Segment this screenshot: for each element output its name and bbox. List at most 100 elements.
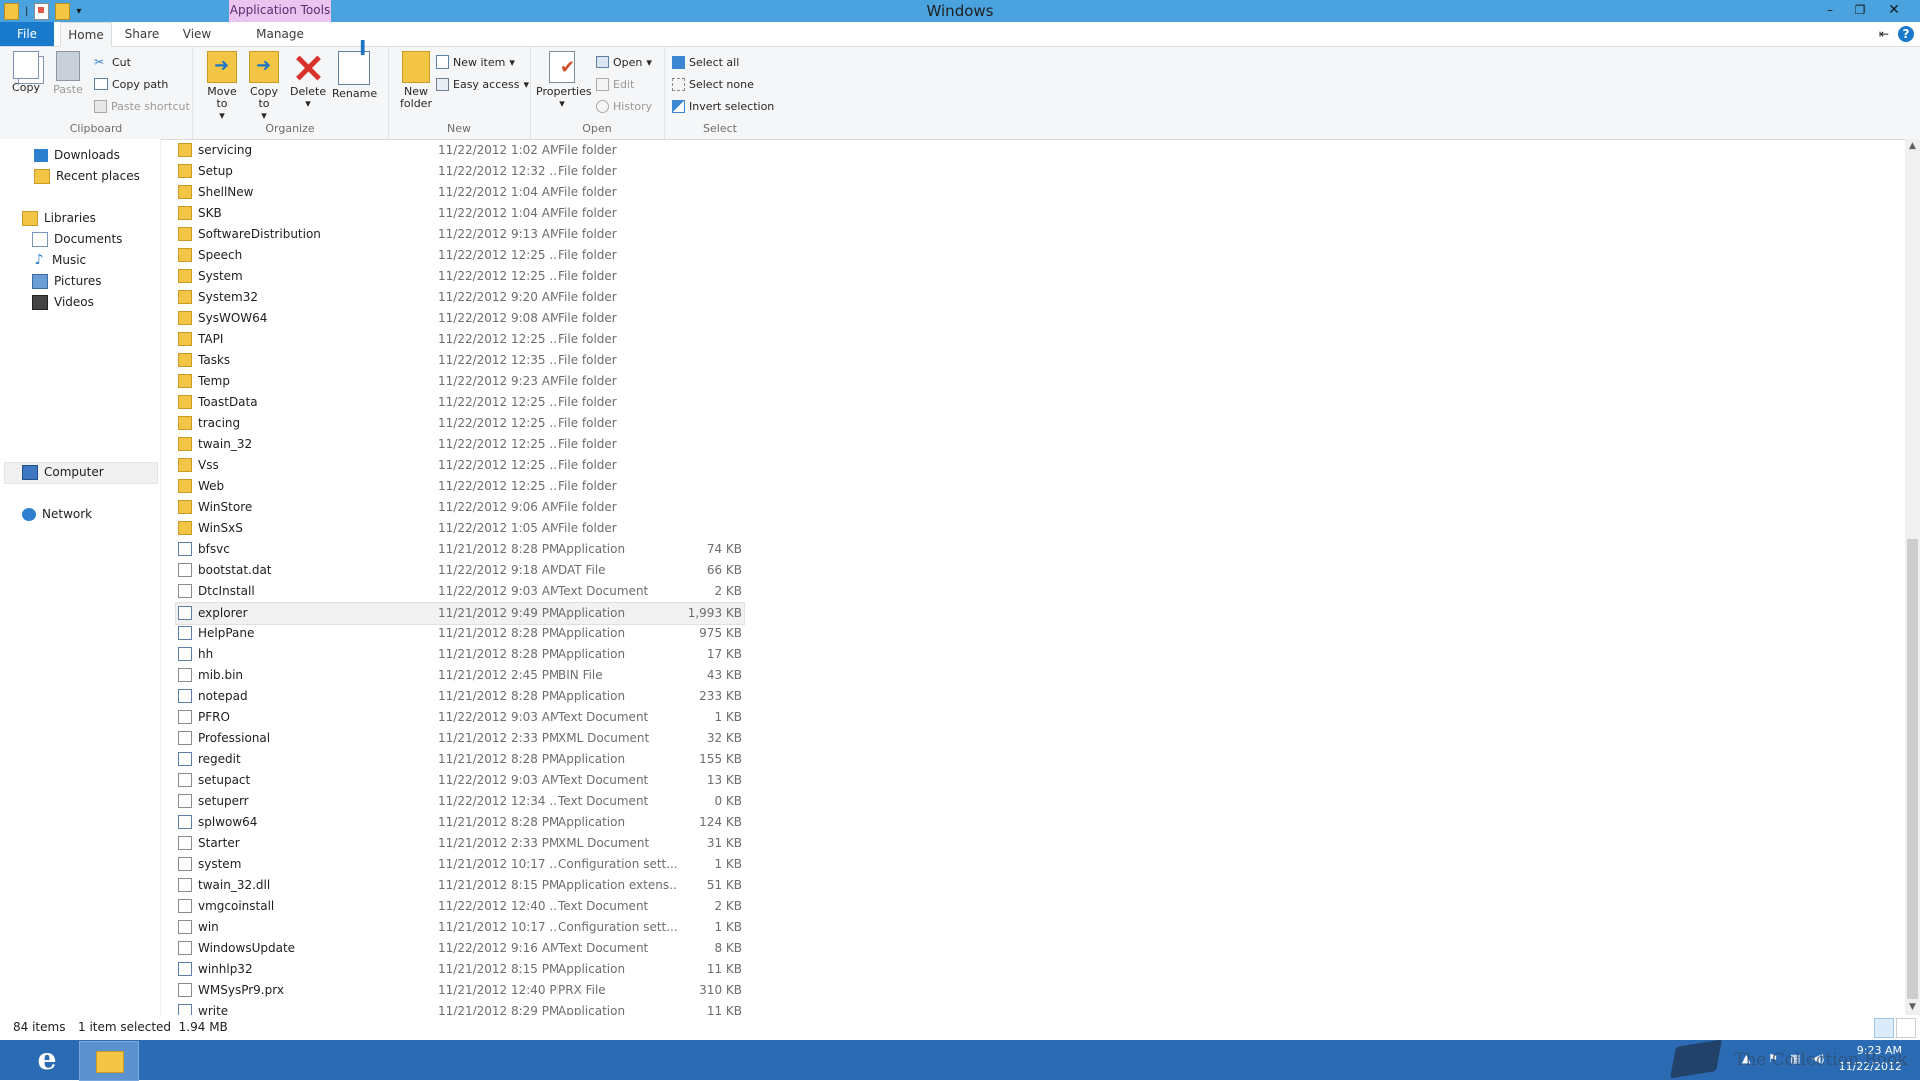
invert-selection-button[interactable]: Invert selection	[672, 97, 774, 115]
file-row[interactable]: bootstat.dat 11/22/2012 9:18 AM DAT File 66…	[176, 560, 744, 581]
file-row[interactable]: Professional 11/21/2012 2:33 PM XML Docume…	[176, 728, 744, 749]
nav-pictures[interactable]: Pictures	[32, 271, 102, 291]
file-row[interactable]: DtcInstall 11/22/2012 9:03 AM Text Documen…	[176, 581, 744, 602]
file-row[interactable]: mib.bin 11/21/2012 2:45 PM BIN File 43 KB	[176, 665, 744, 686]
nav-computer[interactable]: Computer	[22, 462, 104, 482]
file-row[interactable]: twain_32 11/22/2012 12:25 ... File folder	[176, 434, 744, 455]
tab-manage[interactable]: Manage	[229, 22, 331, 46]
copy-button[interactable]: Copy	[8, 51, 44, 94]
properties-button[interactable]: Properties▾	[536, 51, 592, 110]
file-row[interactable]: ShellNew 11/22/2012 1:04 AM File folder	[176, 182, 744, 203]
large-icons-view-icon[interactable]	[1896, 1018, 1916, 1038]
rename-label: Rename	[332, 87, 378, 100]
file-row[interactable]: Speech 11/22/2012 12:25 ... File folder	[176, 245, 744, 266]
file-row[interactable]: explorer 11/21/2012 9:49 PM Application 1,9…	[175, 602, 745, 625]
details-view-icon[interactable]	[1874, 1018, 1894, 1038]
tab-view[interactable]: View	[172, 22, 222, 46]
file-row[interactable]: System32 11/22/2012 9:20 AM File folder	[176, 287, 744, 308]
file-row[interactable]: setuperr 11/22/2012 12:34 ... Text Documen…	[176, 791, 744, 812]
file-row[interactable]: Tasks 11/22/2012 12:35 ... File folder	[176, 350, 744, 371]
file-date-modified: 11/22/2012 9:16 AM	[438, 941, 558, 955]
file-row[interactable]: WMSysPr9.prx 11/21/2012 12:40 PM PRX File 3…	[176, 980, 744, 1001]
file-row[interactable]: Web 11/22/2012 12:25 ... File folder	[176, 476, 744, 497]
file-row[interactable]: write 11/21/2012 8:29 PM Application 11 KB	[176, 1001, 744, 1015]
file-row[interactable]: regedit 11/21/2012 8:28 PM Application 155 …	[176, 749, 744, 770]
file-row[interactable]: tracing 11/22/2012 12:25 ... File folder	[176, 413, 744, 434]
file-row[interactable]: twain_32.dll 11/21/2012 8:15 PM Applicatio…	[176, 875, 744, 896]
file-row[interactable]: HelpPane 11/21/2012 8:28 PM Application 975…	[176, 623, 744, 644]
history-button[interactable]: History	[596, 97, 652, 115]
copy-path-button[interactable]: Copy path	[94, 75, 168, 93]
cut-button[interactable]: ✂ Cut	[94, 53, 131, 71]
folder-icon[interactable]	[4, 2, 19, 20]
file-row[interactable]: SoftwareDistribution 11/22/2012 9:13 AM Fi…	[176, 224, 744, 245]
restore-button[interactable]: ❐	[1846, 0, 1874, 22]
nav-network[interactable]: Network	[22, 504, 92, 524]
file-row[interactable]: vmgcoinstall 11/22/2012 12:40 ... Text Doc…	[176, 896, 744, 917]
edit-button[interactable]: Edit	[596, 75, 634, 93]
nav-recent-places[interactable]: Recent places	[34, 166, 140, 186]
new-folder-button[interactable]: New folder	[396, 51, 436, 110]
file-row[interactable]: PFRO 11/22/2012 9:03 AM Text Document 1 KB	[176, 707, 744, 728]
select-none-button[interactable]: Select none	[672, 75, 754, 93]
folder-icon	[178, 395, 192, 409]
file-row[interactable]: Temp 11/22/2012 9:23 AM File folder	[176, 371, 744, 392]
internet-explorer-icon[interactable]: e	[18, 1041, 76, 1079]
nav-documents[interactable]: Documents	[32, 229, 122, 249]
delete-button[interactable]: Delete ▾	[290, 51, 326, 110]
new-folder-icon[interactable]	[55, 2, 71, 20]
scrollbar-thumb[interactable]	[1907, 539, 1918, 999]
new-item-button[interactable]: New item ▾	[436, 53, 515, 71]
nav-libraries[interactable]: Libraries	[22, 208, 96, 228]
minimize-button[interactable]: –	[1816, 0, 1844, 22]
tab-file[interactable]: File	[0, 22, 54, 46]
move-to-button[interactable]: Move to▾	[204, 51, 240, 122]
file-row[interactable]: SysWOW64 11/22/2012 9:08 AM File folder	[176, 308, 744, 329]
properties-icon[interactable]	[34, 2, 50, 20]
file-row[interactable]: splwow64 11/21/2012 8:28 PM Application 124…	[176, 812, 744, 833]
copy-to-button[interactable]: Copy to▾	[246, 51, 282, 122]
file-size: 32 KB	[706, 731, 742, 745]
paste-shortcut-button[interactable]: Paste shortcut	[94, 97, 190, 115]
paste-button[interactable]: Paste	[50, 51, 86, 96]
folder-icon	[178, 479, 192, 493]
file-row[interactable]: Setup 11/22/2012 12:32 ... File folder	[176, 161, 744, 182]
file-row[interactable]: WinStore 11/22/2012 9:06 AM File folder	[176, 497, 744, 518]
file-row[interactable]: SKB 11/22/2012 1:04 AM File folder	[176, 203, 744, 224]
open-button[interactable]: Open ▾	[596, 53, 652, 71]
file-row[interactable]: system 11/21/2012 10:17 ... Configuration …	[176, 854, 744, 875]
file-row[interactable]: Vss 11/22/2012 12:25 ... File folder	[176, 455, 744, 476]
file-row[interactable]: TAPI 11/22/2012 12:25 ... File folder	[176, 329, 744, 350]
file-row[interactable]: hh 11/21/2012 8:28 PM Application 17 KB	[176, 644, 744, 665]
file-row[interactable]: setupact 11/22/2012 9:03 AM Text Document 1…	[176, 770, 744, 791]
easy-access-button[interactable]: Easy access ▾	[436, 75, 529, 93]
quick-access-toolbar: | ▾	[0, 0, 81, 22]
file-name: System	[198, 269, 243, 283]
file-row[interactable]: System 11/22/2012 12:25 ... File folder	[176, 266, 744, 287]
customize-toolbar-icon[interactable]: ▾	[76, 6, 81, 17]
tab-home[interactable]: Home	[60, 22, 112, 47]
vertical-scrollbar[interactable]: ▲ ▼	[1905, 139, 1920, 1015]
help-icon[interactable]: ?	[1898, 26, 1914, 42]
nav-music[interactable]: ♪ Music	[32, 250, 87, 270]
file-row[interactable]: WinSxS 11/22/2012 1:05 AM File folder	[176, 518, 744, 539]
file-explorer-taskbar-button[interactable]	[79, 1041, 139, 1081]
nav-videos[interactable]: Videos	[32, 292, 94, 312]
close-button[interactable]: ✕	[1880, 0, 1908, 22]
scroll-down-arrow-icon[interactable]: ▼	[1905, 1000, 1920, 1015]
file-row[interactable]: winhlp32 11/21/2012 8:15 PM Application 11 …	[176, 959, 744, 980]
file-row[interactable]: notepad 11/21/2012 8:28 PM Application 233 …	[176, 686, 744, 707]
nav-downloads[interactable]: Downloads	[34, 145, 120, 165]
select-all-button[interactable]: Select all	[672, 53, 739, 71]
rename-button[interactable]: Rename	[332, 42, 378, 100]
pin-ribbon-icon[interactable]: ⇤	[1876, 26, 1892, 42]
scroll-up-arrow-icon[interactable]: ▲	[1905, 139, 1920, 154]
file-type: PRX File	[558, 983, 606, 997]
file-row[interactable]: servicing 11/22/2012 1:02 AM File folder	[176, 140, 744, 161]
file-row[interactable]: bfsvc 11/21/2012 8:28 PM Application 74 KB	[176, 539, 744, 560]
file-row[interactable]: ToastData 11/22/2012 12:25 ... File folder	[176, 392, 744, 413]
tab-share[interactable]: Share	[116, 22, 168, 46]
file-row[interactable]: Starter 11/21/2012 2:33 PM XML Document 31 …	[176, 833, 744, 854]
file-row[interactable]: WindowsUpdate 11/22/2012 9:16 AM Text Docu…	[176, 938, 744, 959]
file-row[interactable]: win 11/21/2012 10:17 ... Configuration set…	[176, 917, 744, 938]
